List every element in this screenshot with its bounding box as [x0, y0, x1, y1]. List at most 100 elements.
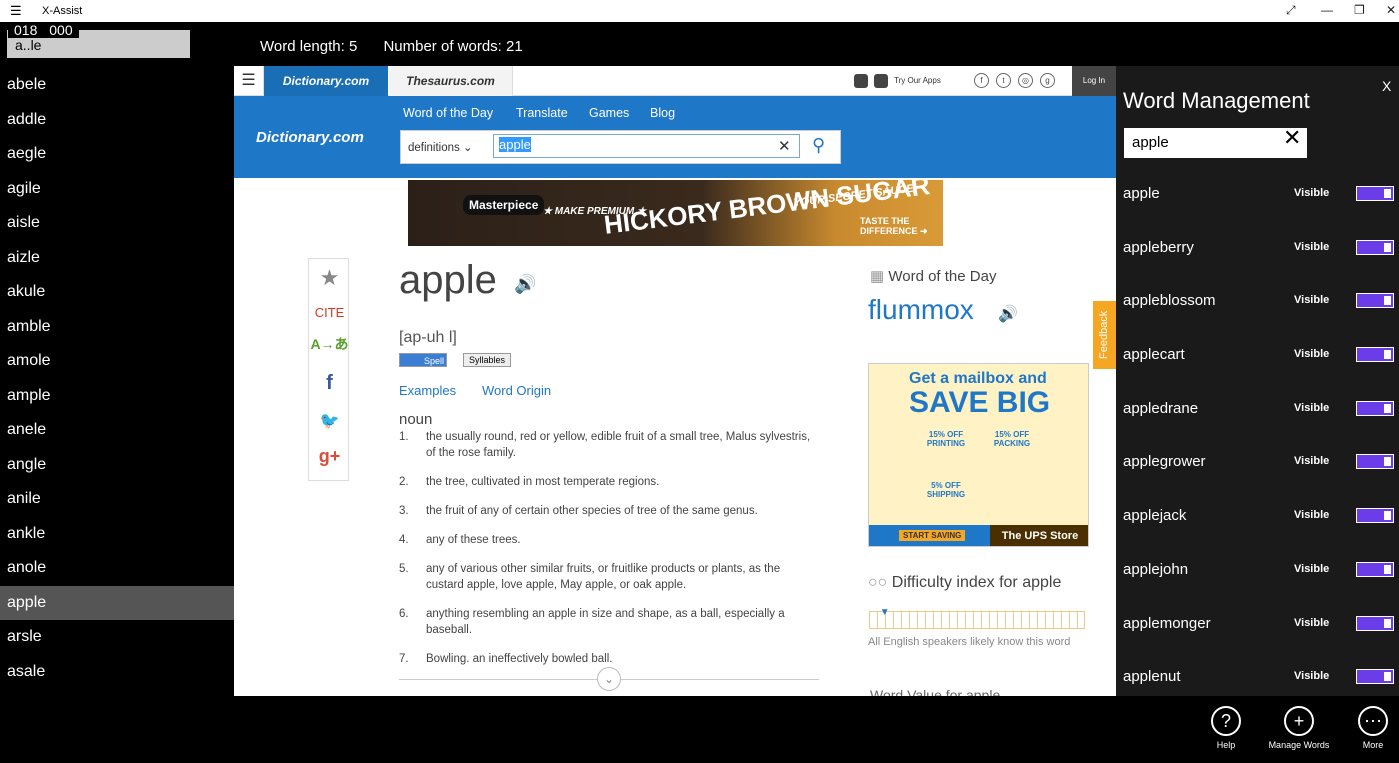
- nav-translate[interactable]: Translate: [516, 106, 568, 120]
- visibility-toggle[interactable]: [1356, 293, 1394, 309]
- nav-word-of-the-day[interactable]: Word of the Day: [403, 106, 493, 120]
- ad-cta[interactable]: START SAVING: [899, 530, 966, 541]
- site-logo[interactable]: Dictionary.com: [256, 129, 364, 146]
- visibility-toggle[interactable]: [1356, 239, 1394, 255]
- number-of-words: Number of words: 21: [383, 38, 523, 55]
- pronunciation-audio-icon[interactable]: 🔊: [514, 274, 536, 295]
- visibility-toggle[interactable]: [1356, 400, 1394, 416]
- visibility-toggle[interactable]: [1356, 669, 1394, 685]
- wotd-audio-icon[interactable]: 🔊: [998, 304, 1018, 324]
- favorite-icon[interactable]: ★: [309, 265, 350, 291]
- word-list-item[interactable]: angle: [0, 448, 234, 483]
- spell-toggle[interactable]: Spell: [399, 353, 447, 367]
- more-button[interactable]: ⋯ More: [1338, 706, 1399, 750]
- word-list-item[interactable]: apple: [0, 585, 234, 620]
- google-plus-share-icon[interactable]: g+: [309, 446, 350, 467]
- apple-icon[interactable]: [874, 73, 888, 88]
- facebook-share-icon[interactable]: f: [309, 372, 350, 395]
- word-list-item[interactable]: arsle: [0, 620, 234, 655]
- managed-words-list: apple Visible appleberry Visible appleblosso…: [1116, 167, 1399, 704]
- pronunciation: [ap-uh l]: [399, 329, 457, 346]
- panel-close-button[interactable]: X: [1382, 78, 1391, 94]
- visibility-label: Visible: [1294, 240, 1330, 253]
- help-button[interactable]: ? Help: [1191, 706, 1261, 750]
- word-list: abele addle aegle agile aisle aizle akule amble…: [0, 68, 234, 689]
- word-origin-link[interactable]: Word Origin: [482, 383, 551, 398]
- manage-words-icon: +: [1284, 706, 1314, 736]
- word-list-item[interactable]: ankle: [0, 517, 234, 552]
- visibility-toggle[interactable]: [1356, 615, 1394, 631]
- instagram-icon[interactable]: ◎: [1018, 73, 1033, 88]
- word-list-item[interactable]: agile: [0, 172, 234, 207]
- maximize-icon[interactable]: ❐: [1354, 3, 1365, 17]
- twitter-icon[interactable]: t: [996, 73, 1011, 88]
- login-button[interactable]: Log In: [1072, 66, 1116, 96]
- ad-brand: Masterpiece: [463, 195, 545, 215]
- android-icon[interactable]: [854, 73, 868, 88]
- search-mode-select[interactable]: definitions ⌄: [408, 140, 473, 154]
- cite-button[interactable]: CITE: [309, 305, 350, 320]
- wotd-word[interactable]: flummox: [868, 294, 974, 326]
- word-list-item[interactable]: amble: [0, 310, 234, 345]
- twitter-share-icon[interactable]: 🐦: [309, 411, 350, 431]
- tab-thesaurus[interactable]: Thesaurus.com: [389, 66, 513, 96]
- word-list-item[interactable]: abele: [0, 68, 234, 103]
- manage-words-button[interactable]: + Manage Words: [1264, 706, 1334, 750]
- more-icon: ⋯: [1358, 706, 1388, 736]
- tab-dictionary[interactable]: Dictionary.com: [264, 66, 388, 96]
- visibility-toggle[interactable]: [1356, 454, 1394, 470]
- word-list-item[interactable]: akule: [0, 275, 234, 310]
- managed-word-row: applejack Visible: [1116, 489, 1399, 543]
- close-icon[interactable]: ✕: [1386, 3, 1396, 17]
- site-topbar: ☰ Dictionary.com Thesaurus.com Try Our A…: [234, 66, 1116, 96]
- translate-icon[interactable]: A→あ: [309, 334, 350, 354]
- minimize-icon[interactable]: —: [1321, 3, 1333, 17]
- visibility-toggle[interactable]: [1356, 508, 1394, 524]
- word-list-item[interactable]: ample: [0, 379, 234, 414]
- nav-blog[interactable]: Blog: [650, 106, 675, 120]
- visibility-toggle[interactable]: [1356, 561, 1394, 577]
- word-list-item[interactable]: anile: [0, 482, 234, 517]
- word-list-item[interactable]: aegle: [0, 137, 234, 172]
- word-list-item[interactable]: amole: [0, 344, 234, 379]
- apps-promo[interactable]: Try Our Apps: [854, 66, 941, 96]
- word-list-item[interactable]: addle: [0, 103, 234, 138]
- expand-chevron-icon[interactable]: ⌄: [597, 667, 621, 691]
- word-list-item[interactable]: anele: [0, 413, 234, 448]
- visibility-label: Visible: [1294, 670, 1330, 683]
- toggle-knob: [1384, 672, 1391, 682]
- word-list-item[interactable]: aizle: [0, 241, 234, 276]
- fullscreen-icon[interactable]: ⤢: [1286, 3, 1296, 18]
- word-list-item[interactable]: asale: [0, 655, 234, 690]
- menu-icon[interactable]: ☰: [10, 3, 22, 19]
- syllables-toggle[interactable]: Syllables: [463, 353, 511, 367]
- search-box: definitions ⌄ apple ✕ ⚲: [400, 130, 841, 164]
- managed-word-row: appleberry Visible: [1116, 221, 1399, 275]
- word-filter-input[interactable]: apple ✕: [1124, 125, 1307, 158]
- definition-number: 4.: [399, 534, 409, 546]
- examples-link[interactable]: Examples: [399, 383, 456, 398]
- banner-ad[interactable]: Masterpiece ★ MAKE PREMIUM ★ HICKORY BRO…: [408, 180, 943, 246]
- site-menu-icon[interactable]: ☰: [234, 66, 264, 96]
- word-value-heading: Word Value for apple: [870, 687, 1001, 696]
- facebook-icon[interactable]: f: [974, 73, 989, 88]
- word-list-item[interactable]: aisle: [0, 206, 234, 241]
- google-plus-icon[interactable]: g: [1040, 73, 1055, 88]
- word-list-item[interactable]: anole: [0, 551, 234, 586]
- feedback-tab[interactable]: Feedback: [1093, 301, 1116, 369]
- visibility-toggle[interactable]: [1356, 186, 1394, 201]
- visibility-label: Visible: [1294, 294, 1330, 307]
- ups-ad[interactable]: Get a mailbox and SAVE BIG 15% OFF PRINT…: [868, 363, 1089, 547]
- clear-filter-icon[interactable]: ✕: [1283, 125, 1301, 151]
- nav-games[interactable]: Games: [589, 106, 629, 120]
- managed-word: applejohn: [1123, 560, 1189, 578]
- clear-search-icon[interactable]: ✕: [778, 137, 791, 155]
- try-apps-link[interactable]: Try Our Apps: [894, 76, 941, 85]
- glasses-icon: ○○: [868, 574, 892, 591]
- web-view: ☰ Dictionary.com Thesaurus.com Try Our A…: [234, 66, 1116, 696]
- visibility-toggle[interactable]: [1356, 347, 1394, 363]
- search-icon[interactable]: ⚲: [812, 135, 825, 156]
- search-input[interactable]: apple: [493, 134, 800, 158]
- visibility-label: Visible: [1294, 348, 1330, 361]
- calendar-icon: ▦: [870, 268, 889, 285]
